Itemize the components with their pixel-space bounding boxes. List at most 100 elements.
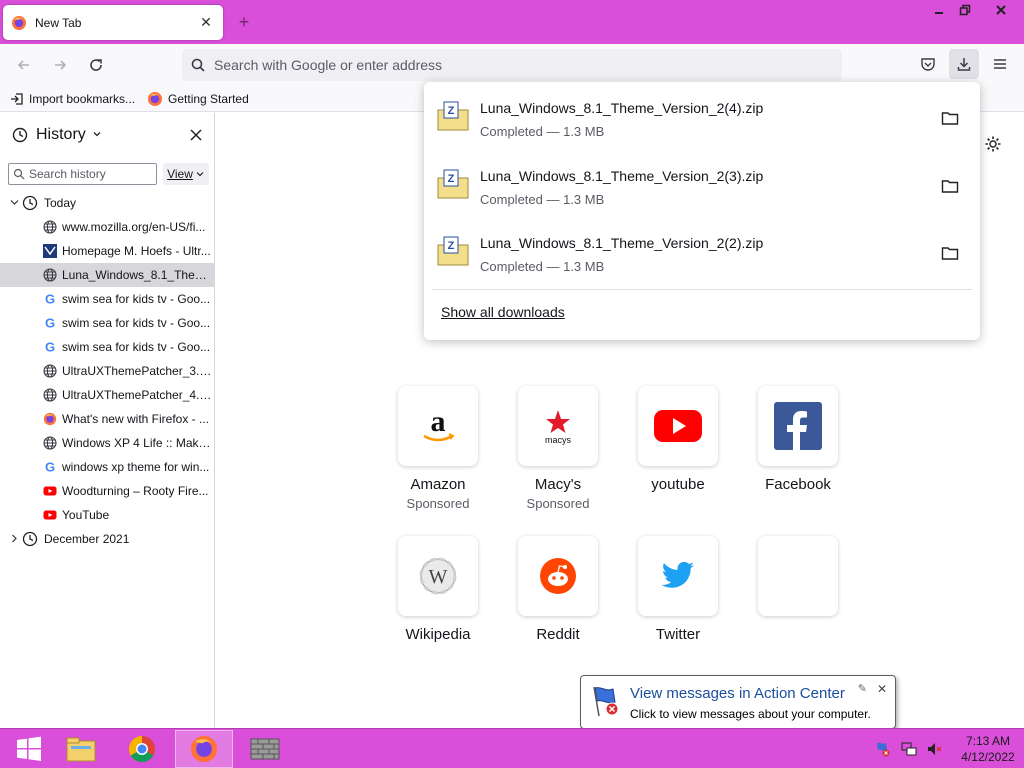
folder-icon[interactable]	[941, 178, 959, 194]
top-site-label: Reddit	[536, 626, 580, 643]
youtube-icon	[654, 410, 702, 442]
history-group-today[interactable]: Today	[0, 191, 214, 215]
show-all-downloads-button[interactable]: Show all downloads	[441, 304, 565, 320]
firewall-taskbar-button[interactable]	[236, 730, 294, 768]
bookmark-import[interactable]: Import bookmarks...	[10, 92, 135, 106]
address-placeholder: Search with Google or enter address	[214, 57, 443, 73]
view-menu-button[interactable]: View	[163, 163, 209, 185]
gear-icon[interactable]	[984, 135, 1002, 153]
collapsed-twisty-icon[interactable]	[8, 534, 20, 545]
bookmark-getting-started[interactable]: Getting Started	[147, 91, 249, 107]
google-icon: G	[43, 316, 57, 330]
svg-text:Z: Z	[448, 240, 455, 252]
globe-icon	[43, 388, 57, 402]
close-window-button[interactable]	[978, 0, 1024, 20]
facebook-icon	[774, 402, 822, 450]
restore-button[interactable]	[952, 0, 978, 20]
zip-file-icon: Z	[437, 101, 469, 131]
top-site-amazon[interactable]: a	[398, 386, 478, 466]
bookmark-label: Import bookmarks...	[29, 91, 136, 106]
history-item[interactable]: www.mozilla.org/en-US/fi...	[0, 215, 214, 239]
globe-icon	[43, 220, 57, 234]
close-notification-icon[interactable]: ✕	[877, 682, 887, 696]
hamburger-menu-icon	[994, 59, 1006, 69]
tab-new-tab[interactable]: New Tab ✕	[3, 5, 223, 40]
history-list: www.mozilla.org/en-US/fi... Homepage M. H…	[0, 215, 214, 527]
top-site-empty[interactable]	[758, 536, 838, 616]
history-item-label: Woodturning – Rooty Fire...	[62, 484, 209, 498]
search-history-input[interactable]: Search history	[8, 163, 157, 185]
chevron-down-icon	[196, 172, 204, 177]
google-icon: G	[43, 340, 57, 354]
top-site-label: Facebook	[765, 476, 831, 493]
action-center-notification[interactable]: View messages in Action Center Click to …	[580, 675, 896, 729]
download-item[interactable]: Z Luna_Windows_8.1_Theme_Version_2(2).zi…	[424, 217, 980, 283]
history-item-label: Homepage M. Hoefs - Ultr...	[62, 244, 211, 258]
minimize-button[interactable]	[926, 0, 952, 20]
new-tab-button[interactable]: +	[232, 10, 256, 34]
top-site-wikipedia[interactable]: W	[398, 536, 478, 616]
history-item[interactable]: Gswim sea for kids tv - Goo...	[0, 335, 214, 359]
folder-icon[interactable]	[941, 245, 959, 261]
history-item[interactable]: UltraUXThemePatcher_4.3....	[0, 383, 214, 407]
bookmark-label: Getting Started	[168, 91, 249, 106]
history-item[interactable]: Luna_Windows_8.1_Them...	[0, 263, 214, 287]
amazon-icon: a	[423, 405, 455, 442]
pocket-icon	[921, 58, 935, 71]
top-site-twitter[interactable]	[638, 536, 718, 616]
history-item[interactable]: Homepage M. Hoefs - Ultr...	[0, 239, 214, 263]
sidebar-header[interactable]: History	[0, 113, 214, 157]
svg-text:Z: Z	[448, 105, 455, 117]
expanded-twisty-icon[interactable]	[8, 198, 20, 209]
top-site-facebook[interactable]	[758, 386, 838, 466]
address-bar[interactable]: Search with Google or enter address	[182, 49, 842, 81]
zip-file-icon: Z	[437, 236, 469, 266]
search-icon	[13, 168, 25, 180]
action-center-tray-icon[interactable]	[872, 738, 894, 760]
history-item-label: UltraUXThemePatcher_3.0....	[62, 364, 212, 378]
history-item[interactable]: Gswim sea for kids tv - Goo...	[0, 311, 214, 335]
firefox-taskbar-button[interactable]	[175, 730, 233, 768]
file-explorer-button[interactable]	[52, 730, 110, 768]
reddit-icon	[540, 558, 576, 594]
download-item[interactable]: Z Luna_Windows_8.1_Theme_Version_2(3).zi…	[424, 150, 980, 216]
history-item[interactable]: Gwindows xp theme for win...	[0, 455, 214, 479]
history-item[interactable]: YouTube	[0, 503, 214, 527]
forward-button[interactable]	[44, 49, 76, 81]
wikipedia-icon: W	[419, 557, 457, 595]
top-site-youtube[interactable]	[638, 386, 718, 466]
history-item-label: windows xp theme for win...	[62, 460, 210, 474]
history-item[interactable]: Gswim sea for kids tv - Goo...	[0, 287, 214, 311]
download-item[interactable]: Z Luna_Windows_8.1_Theme_Version_2(4).zi…	[424, 82, 980, 148]
globe-icon	[43, 436, 57, 450]
app-menu-button[interactable]	[985, 49, 1015, 79]
back-button[interactable]	[8, 49, 40, 81]
network-tray-icon[interactable]	[898, 738, 920, 760]
history-sidebar: History Search history View Today www.mo…	[0, 113, 215, 728]
folder-icon[interactable]	[941, 110, 959, 126]
pin-icon[interactable]: ✎	[858, 682, 867, 695]
downloads-button[interactable]	[949, 49, 979, 79]
close-tab-icon[interactable]: ✕	[197, 14, 215, 32]
macys-icon: macys	[545, 410, 571, 445]
top-site-reddit[interactable]	[518, 536, 598, 616]
clock-time: 7:13 AM	[965, 734, 1011, 748]
history-item[interactable]: Woodturning – Rooty Fire...	[0, 479, 214, 503]
volume-muted-tray-icon[interactable]	[924, 738, 946, 760]
chrome-taskbar-button[interactable]	[113, 730, 171, 768]
start-button[interactable]	[0, 730, 58, 768]
history-item[interactable]: Windows XP 4 Life :: Make ...	[0, 431, 214, 455]
reload-button[interactable]	[80, 49, 112, 81]
taskbar-clock[interactable]: 7:13 AM 4/12/2022	[956, 733, 1020, 765]
group-label: Today	[44, 196, 77, 210]
history-item[interactable]: What's new with Firefox - ...	[0, 407, 214, 431]
pocket-button[interactable]	[913, 49, 943, 79]
history-item[interactable]: UltraUXThemePatcher_3.0....	[0, 359, 214, 383]
history-group-december-2021[interactable]: December 2021	[0, 527, 214, 551]
sponsored-label: Sponsored	[406, 496, 470, 511]
top-site-macys[interactable]: macys	[518, 386, 598, 466]
chevron-down-icon	[92, 129, 102, 142]
close-sidebar-button[interactable]	[186, 125, 206, 145]
history-item-label: Windows XP 4 Life :: Make ...	[62, 436, 212, 450]
sidebar-search-row: Search history View	[0, 157, 214, 191]
